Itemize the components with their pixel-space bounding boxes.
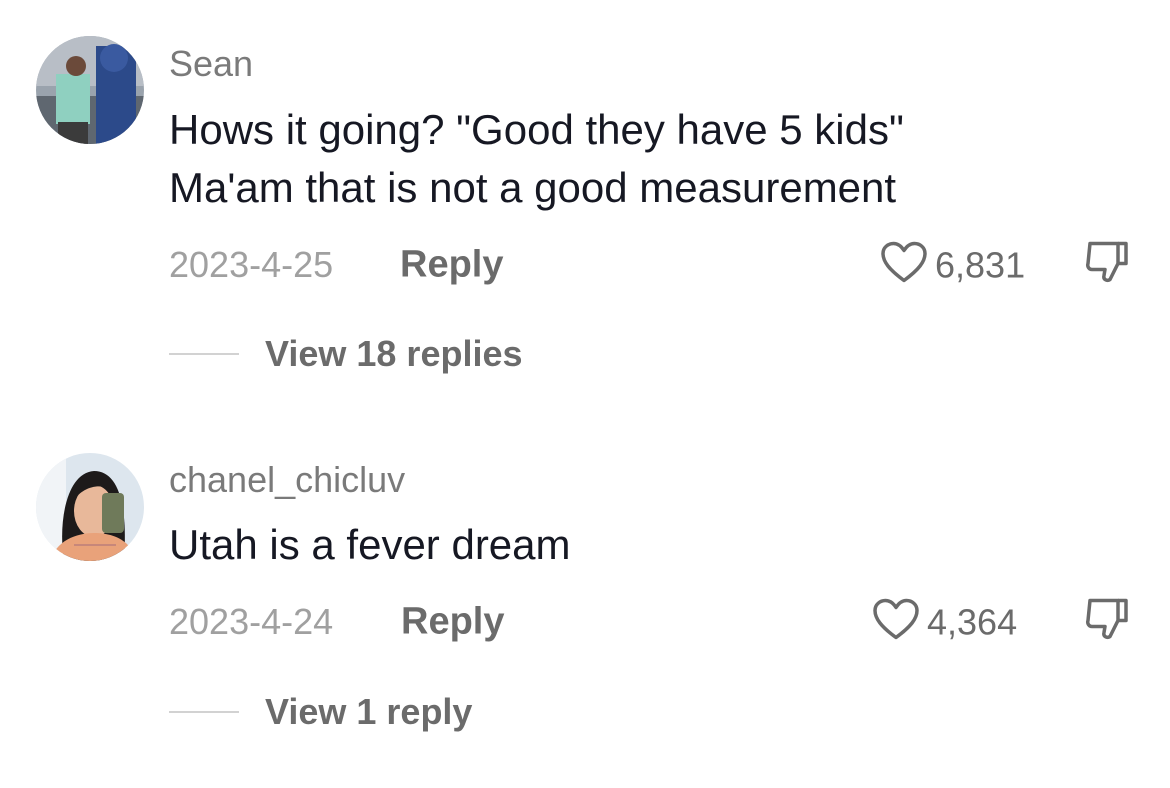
comment-text-line: Hows it going? "Good they have 5 kids": [169, 106, 904, 153]
heart-outline-icon: [873, 598, 919, 646]
view-replies-button[interactable]: View 1 reply: [169, 690, 472, 734]
comment-text: Hows it going? "Good they have 5 kids" M…: [169, 101, 904, 217]
reply-button[interactable]: Reply: [401, 601, 504, 644]
replies-divider: [169, 353, 239, 355]
avatar[interactable]: [36, 36, 144, 144]
view-replies-label: View 1 reply: [265, 691, 473, 732]
replies-divider: [169, 711, 239, 713]
like-count: 4,364: [927, 601, 1018, 642]
comment-meta-row: 2023-4-24 Reply 4,364: [169, 597, 1130, 647]
like-count: 6,831: [935, 244, 1026, 285]
comment-date: 2023-4-24: [169, 601, 334, 642]
avatar-image: [36, 453, 144, 561]
avatar[interactable]: [36, 453, 144, 561]
view-replies-label: View 18 replies: [265, 333, 523, 374]
thumbs-down-outline-icon[interactable]: [1084, 240, 1130, 291]
avatar-image: [36, 36, 144, 144]
comment-meta-row: 2023-4-25 Reply 6,831: [169, 240, 1130, 290]
heart-outline-icon: [881, 241, 927, 289]
thumbs-down-outline-icon[interactable]: [1084, 597, 1130, 648]
view-replies-button[interactable]: View 18 replies: [169, 332, 523, 376]
comment-text-line: Ma'am that is not a good measurement: [169, 164, 897, 211]
reply-button[interactable]: Reply: [400, 244, 503, 287]
comment-date: 2023-4-25: [169, 244, 334, 285]
like-button[interactable]: 4,364: [873, 598, 1018, 646]
like-button[interactable]: 6,831: [881, 241, 1026, 289]
comment-text: Utah is a fever dream: [169, 516, 571, 574]
username[interactable]: Sean: [169, 46, 253, 82]
username[interactable]: chanel_chicluv: [169, 462, 405, 498]
comment-text-line: Utah is a fever dream: [169, 521, 571, 568]
